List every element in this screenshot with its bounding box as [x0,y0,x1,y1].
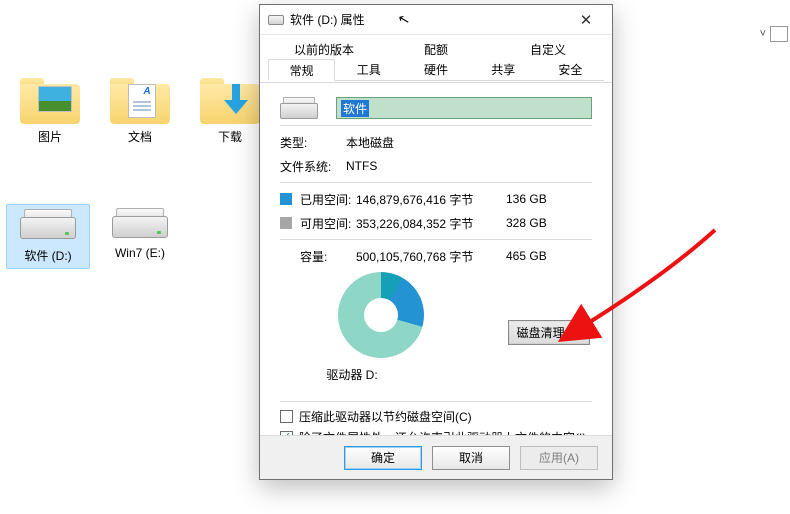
compress-label: 压缩此驱动器以节约磁盘空间(C) [299,408,472,425]
type-label: 类型: [280,134,346,151]
tab-security[interactable]: 安全 [537,59,604,81]
picture-icon [38,86,72,112]
drive-item-d[interactable]: 软件 (D:) [6,204,90,269]
drive-icon [280,97,318,119]
used-human: 136 GB [506,192,566,206]
download-arrow-icon [218,84,252,118]
view-controls: ˅ [760,26,788,42]
usage-pie-chart [338,272,424,358]
folder-item-documents[interactable]: A 文档 [98,78,182,145]
capacity-human: 465 GB [506,249,566,263]
filesystem-value: NTFS [346,159,496,173]
tab-strip: 以前的版本 配额 自定义 常规 工具 硬件 共享 安全 [260,35,612,83]
folder-icon [200,78,260,124]
capacity-bytes: 500,105,760,768 字节 [356,248,506,265]
drive-item-e[interactable]: Win7 (E:) [98,208,182,260]
close-button[interactable]: ✕ [566,6,606,34]
tab-hardware[interactable]: 硬件 [402,59,469,81]
free-human: 328 GB [506,216,566,230]
free-color-swatch [280,217,292,229]
tab-sharing[interactable]: 共享 [470,59,537,81]
tab-tools[interactable]: 工具 [335,59,402,81]
filesystem-label: 文件系统: [280,158,346,175]
drive-label: 驱动器 D: [280,366,424,383]
drive-icon [20,209,76,243]
titlebar[interactable]: 软件 (D:) 属性 ✕ ↖ [260,5,612,35]
disk-cleanup-button[interactable]: 磁盘清理(D) [508,320,590,345]
used-label: 已用空间: [300,191,356,208]
folder-icon: A [110,78,170,124]
ok-button[interactable]: 确定 [344,446,422,470]
used-bytes: 146,879,676,416 字节 [356,191,506,208]
free-bytes: 353,226,084,352 字节 [356,215,506,232]
drive-icon [112,208,168,242]
window-title: 软件 (D:) 属性 [290,11,566,28]
dialog-button-bar: 确定 取消 应用(A) [260,435,612,479]
tab-content-general: 软件 类型: 本地磁盘 文件系统: NTFS 已用空间: 146,879,676… [260,83,612,456]
tab-quota[interactable]: 配额 [380,39,492,59]
folder-item-pictures[interactable]: 图片 [8,78,92,145]
item-label: 软件 (D:) [7,247,89,264]
item-label: Win7 (E:) [98,246,182,260]
volume-name-input[interactable]: 软件 [336,97,592,119]
compress-checkbox-row[interactable]: 压缩此驱动器以节约磁盘空间(C) [280,408,592,425]
tab-previous-versions[interactable]: 以前的版本 [268,39,380,59]
checkbox-icon[interactable] [280,410,293,423]
drive-icon [268,15,284,25]
item-label: 文档 [98,128,182,145]
view-mode-button[interactable] [770,26,788,42]
properties-dialog: 软件 (D:) 属性 ✕ ↖ 以前的版本 配额 自定义 常规 工具 硬件 共享 … [259,4,613,480]
item-label: 图片 [8,128,92,145]
cancel-button[interactable]: 取消 [432,446,510,470]
type-value: 本地磁盘 [346,134,496,151]
apply-button[interactable]: 应用(A) [520,446,598,470]
document-icon: A [128,84,156,118]
tab-general[interactable]: 常规 [268,59,335,81]
free-label: 可用空间: [300,215,356,232]
folder-icon [20,78,80,124]
tab-customize[interactable]: 自定义 [492,39,604,59]
used-color-swatch [280,193,292,205]
capacity-label: 容量: [300,248,356,265]
chevron-down-icon[interactable]: ˅ [760,28,766,40]
